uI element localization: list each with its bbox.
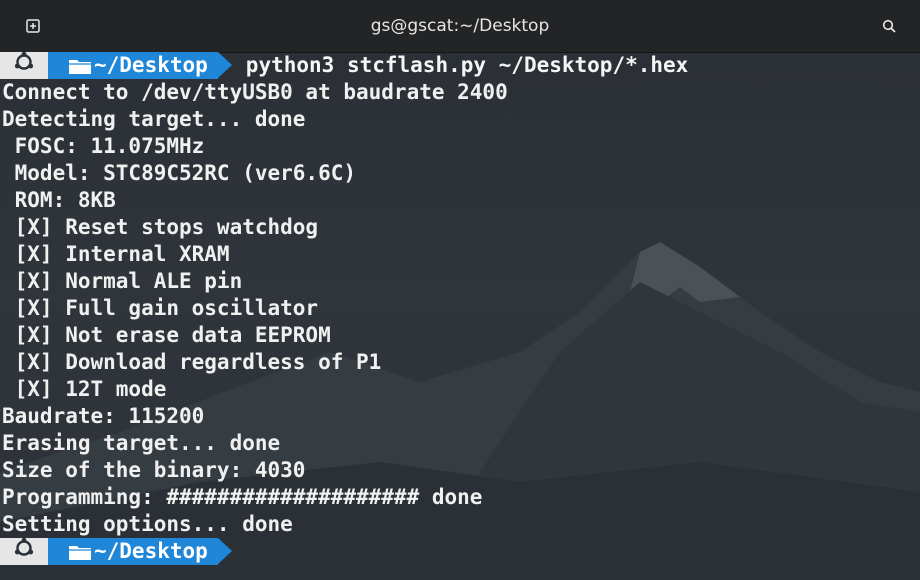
- prompt-directory-segment: ~/Desktop: [48, 52, 232, 79]
- prompt-line: ~/Desktop: [0, 537, 920, 566]
- output-line: ROM: 8KB: [2, 188, 116, 212]
- output-line: [X] Internal XRAM: [2, 242, 230, 266]
- output-line: Erasing target... done: [2, 431, 281, 455]
- command-text: python3 stcflash.py ~/Desktop/*.hex: [245, 53, 689, 77]
- ubuntu-icon: [13, 537, 35, 566]
- prompt-directory: ~/Desktop: [94, 53, 208, 77]
- prompt-directory: ~/Desktop: [94, 539, 208, 563]
- folder-icon: [68, 543, 92, 561]
- terminal-window: gs@gscat:~/Desktop ~/Desktop python3 stc…: [0, 0, 920, 580]
- output-line: Model: STC89C52RC (ver6.6C): [2, 161, 357, 185]
- output-line: [X] Reset stops watchdog: [2, 215, 319, 239]
- prompt-directory-segment: ~/Desktop: [48, 538, 232, 565]
- prompt-line: ~/Desktop python3 stcflash.py ~/Desktop/…: [0, 51, 920, 80]
- output-line: Size of the binary: 4030: [2, 458, 306, 482]
- output-line: [X] 12T mode: [2, 377, 167, 401]
- prompt-os-segment: [0, 537, 61, 566]
- terminal-output[interactable]: ~/Desktop python3 stcflash.py ~/Desktop/…: [0, 51, 920, 580]
- ubuntu-icon: [13, 51, 35, 80]
- output-line: [X] Normal ALE pin: [2, 269, 243, 293]
- output-line: Setting options... done: [2, 512, 293, 536]
- output-line: Connect to /dev/ttyUSB0 at baudrate 2400: [2, 80, 508, 104]
- output-line: [X] Download regardless of P1: [2, 350, 382, 374]
- output-line: FOSC: 11.075MHz: [2, 134, 205, 158]
- new-tab-icon[interactable]: [20, 13, 46, 39]
- output-line: Baudrate: 115200: [2, 404, 205, 428]
- output-line: Detecting target... done: [2, 107, 306, 131]
- search-icon[interactable]: [876, 13, 902, 39]
- output-line: [X] Full gain oscillator: [2, 296, 319, 320]
- title-bar: gs@gscat:~/Desktop: [0, 0, 920, 53]
- output-line: Programming: #################### done: [2, 485, 483, 509]
- output-line: [X] Not erase data EEPROM: [2, 323, 331, 347]
- folder-icon: [68, 57, 92, 75]
- prompt-os-segment: [0, 51, 61, 80]
- window-title: gs@gscat:~/Desktop: [370, 16, 550, 36]
